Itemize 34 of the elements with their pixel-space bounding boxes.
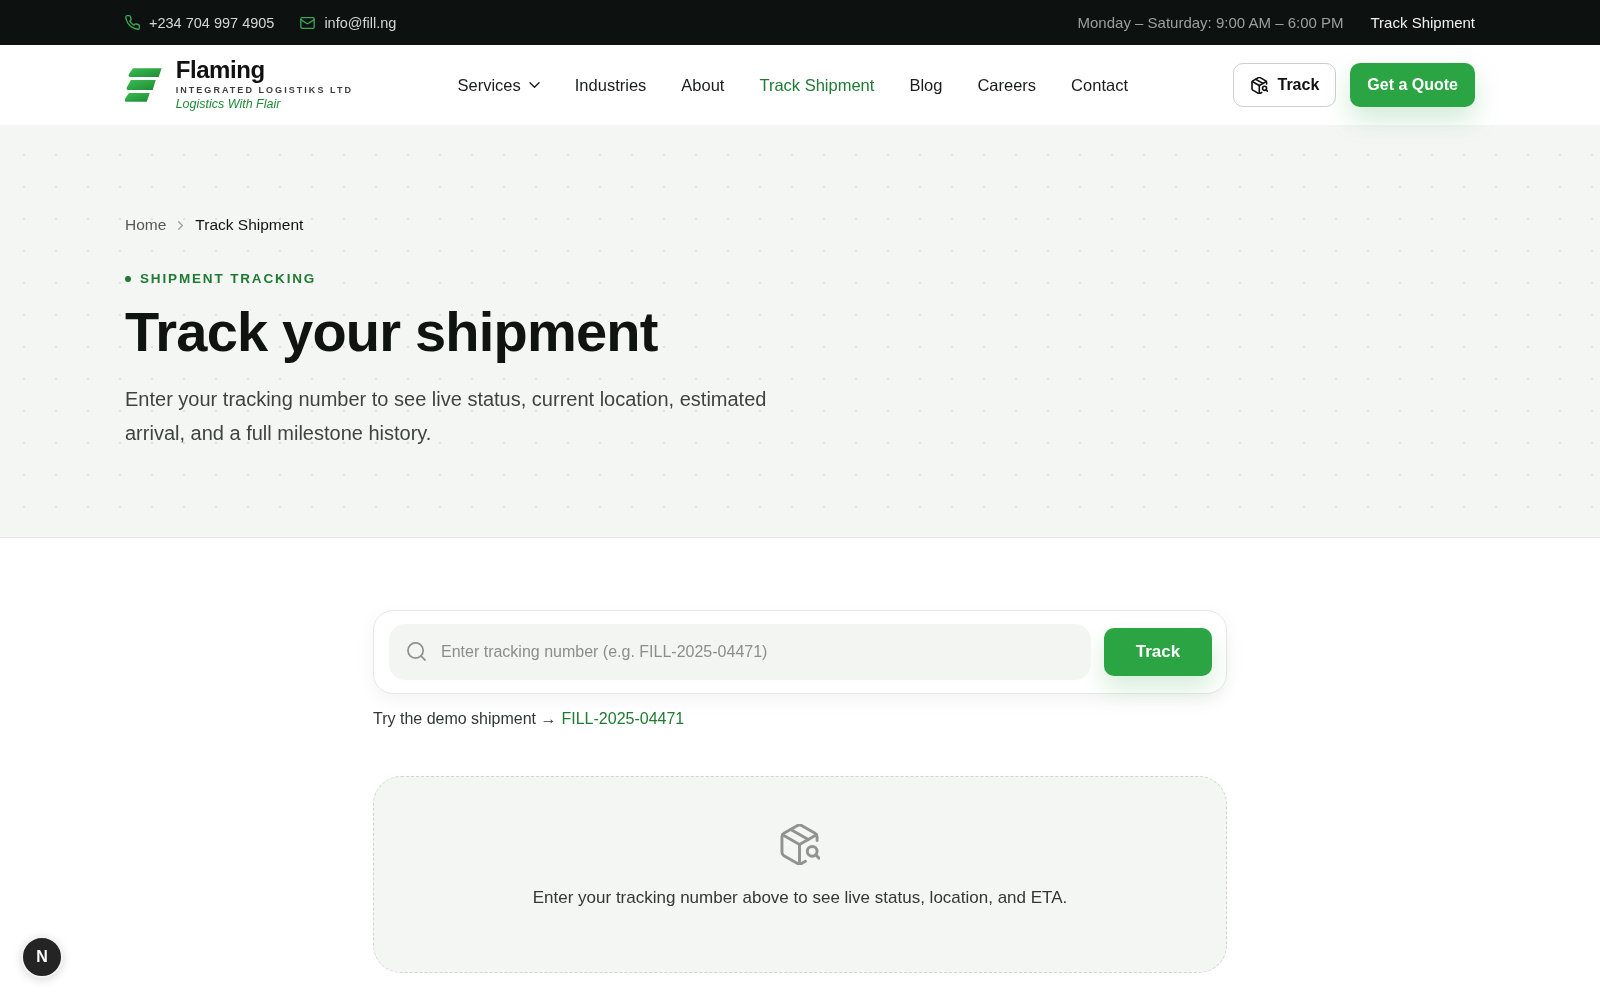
nav-link[interactable]: Industries	[574, 74, 647, 96]
brand-name: Flaming	[175, 58, 266, 82]
package-search-icon	[1250, 76, 1268, 94]
demo-tracking-link[interactable]: FILL-2025-04471	[561, 709, 685, 729]
search-icon	[407, 642, 426, 661]
email-address: info@fill.ng	[324, 14, 397, 31]
track-button[interactable]: Track	[1232, 63, 1337, 107]
demo-hint: Try the demo shipment →	[373, 709, 557, 729]
brand-subtitle: INTEGRATED LOGISTIKS LTD	[175, 84, 353, 96]
floating-badge-button[interactable]: N	[21, 936, 63, 978]
nav-link[interactable]: Careers	[977, 74, 1037, 96]
breadcrumb-link[interactable]: Home	[125, 215, 167, 235]
nav-link[interactable]: Blog	[909, 74, 943, 96]
brand-tagline: Logistics With Flair	[175, 96, 282, 112]
page-description: Enter your tracking number to see live status, current location, estimated arrival, and a full milestone history.	[125, 387, 768, 446]
empty-state-message: Enter your tracking number above to see live status, location, and ETA.	[532, 887, 1068, 909]
nav-link[interactable]: About	[681, 74, 725, 96]
top-bar-link[interactable]: Track Shipment	[1370, 14, 1475, 31]
breadcrumb-current: Track Shipment	[195, 215, 304, 235]
chevron-down-icon	[528, 82, 540, 88]
section-eyebrow: SHIPMENT TRACKING	[140, 270, 317, 288]
nav-link[interactable]: Services	[457, 74, 540, 96]
mail-icon	[300, 16, 316, 29]
nav-link[interactable]: Track Shipment	[759, 74, 875, 96]
phone-number: +234 704 997 4905	[149, 14, 275, 31]
tracking-number-field[interactable]: Enter tracking number (e.g. FILL-2025-04471)	[389, 624, 1091, 680]
package-search-icon	[780, 824, 820, 865]
phone-icon	[125, 15, 140, 30]
page-title: Track your shipment	[125, 300, 658, 364]
dot-icon	[125, 276, 131, 282]
business-hours: Monday – Saturday: 9:00 AM – 6:00 PM	[1077, 14, 1344, 31]
nav-link[interactable]: Contact	[1071, 74, 1128, 96]
chevron-right-icon	[178, 220, 184, 230]
logo-icon	[125, 68, 162, 102]
